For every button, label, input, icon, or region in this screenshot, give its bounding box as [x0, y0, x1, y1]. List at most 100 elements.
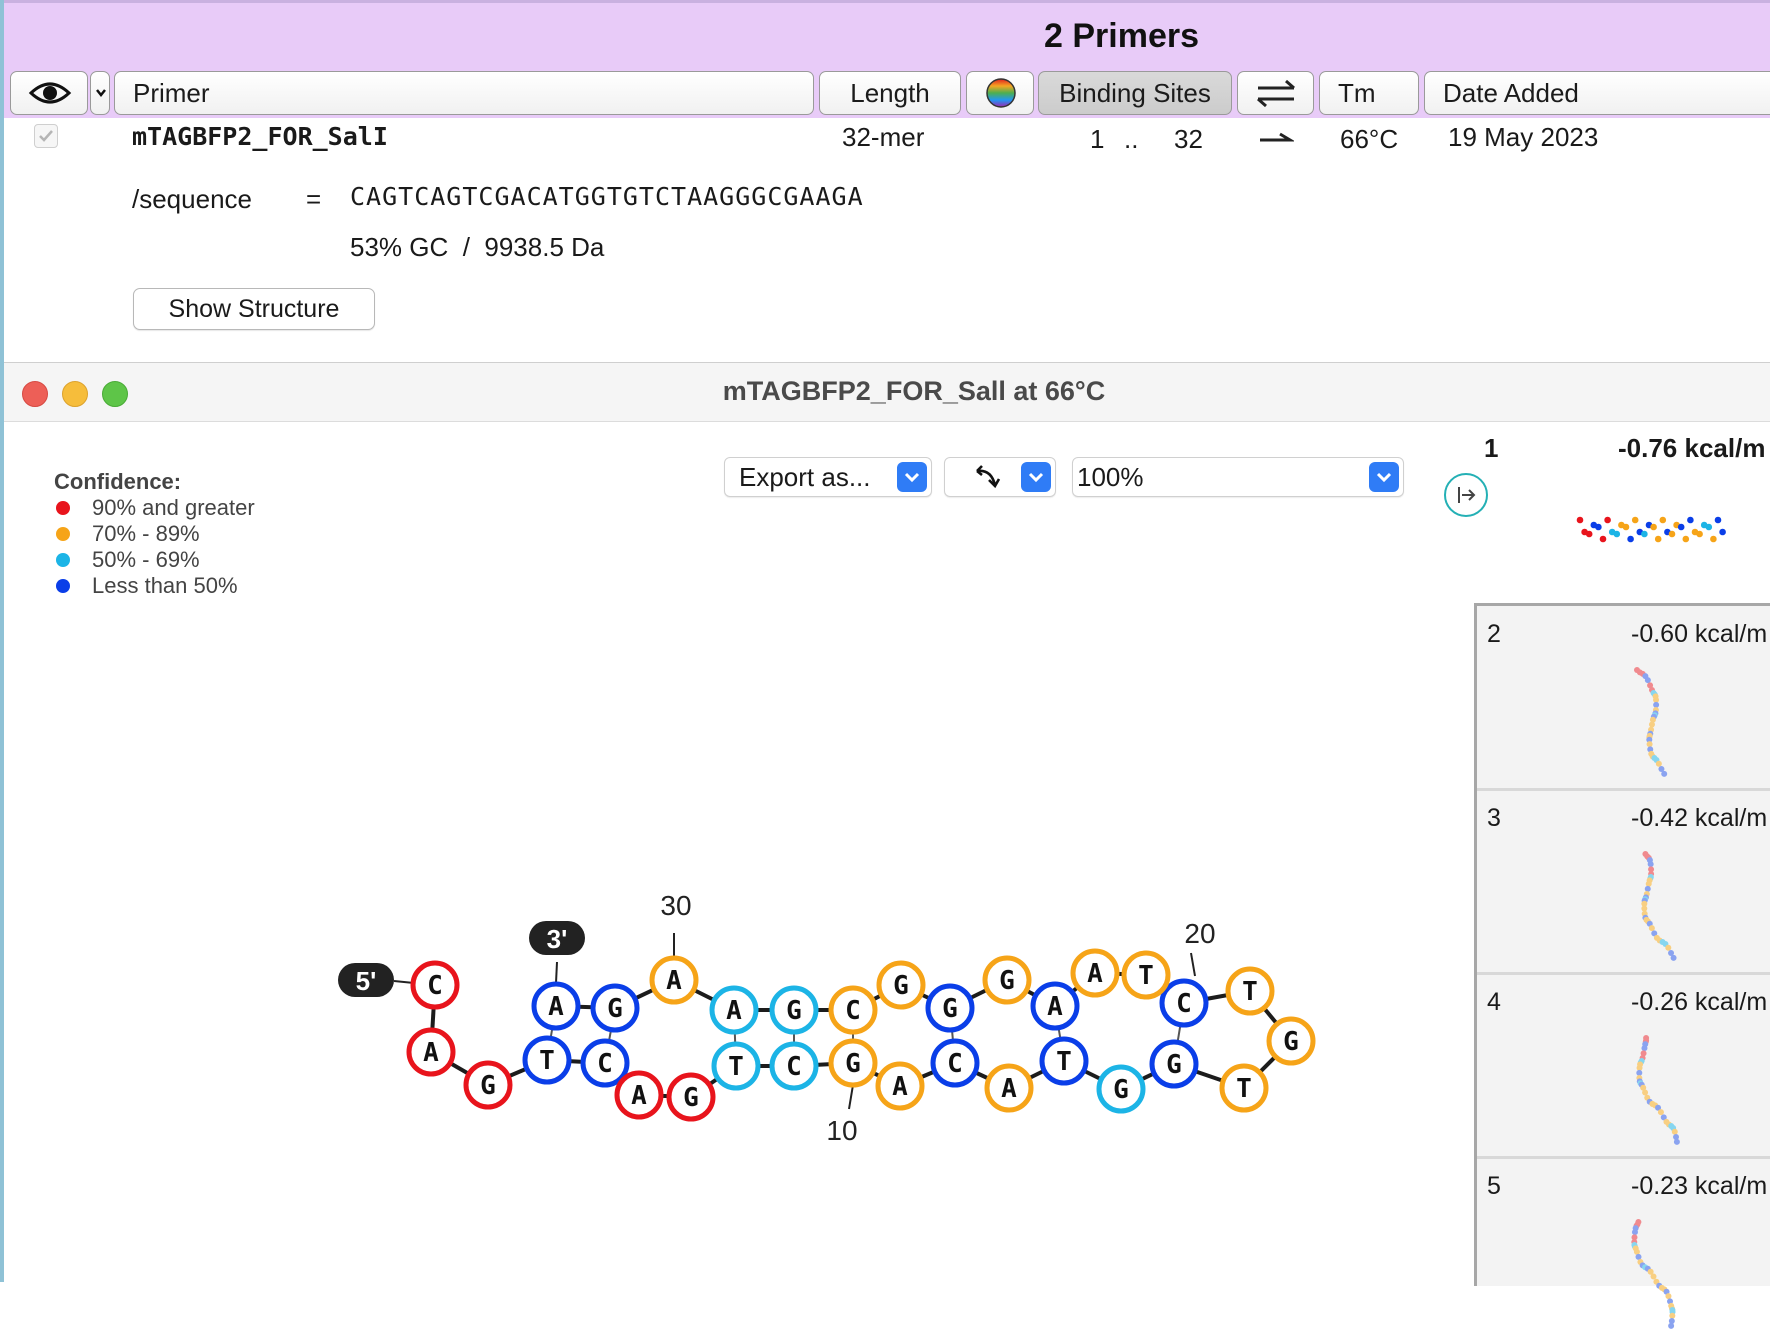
thumbnail-dot [1641, 530, 1648, 538]
structure-item-3[interactable]: 3 -0.42 kcal/m [1477, 790, 1770, 975]
visibility-dropdown[interactable] [90, 71, 110, 115]
end-link [555, 961, 558, 984]
page-title: 2 Primers [1044, 17, 1199, 55]
nucleotide-letter: G [1113, 1075, 1129, 1105]
nucleotide-letter: T [1242, 977, 1258, 1007]
thumbnail-dot [1669, 1312, 1676, 1319]
primer-tm: 66°C [1340, 124, 1399, 154]
nucleotide-letter: G [786, 996, 802, 1026]
structure-energy: -0.23 kcal/m [1631, 1172, 1768, 1200]
thumbnail-dot [1642, 1089, 1649, 1096]
thumbnail-dot [1576, 516, 1584, 524]
primer-stats: 53% GC / 9938.5 Da [350, 232, 605, 262]
site-start: 1 [1090, 124, 1105, 154]
visibility-button[interactable] [10, 71, 88, 115]
color-wheel-icon [986, 78, 1016, 108]
alternate-structures-list: 2 -0.60 kcal/m 3 -0.42 kcal/m 4 -0.26 kc… [1474, 603, 1770, 1329]
nucleotide-letter: G [845, 1049, 861, 1079]
thumbnail-dot [1595, 523, 1602, 531]
thumbnail-dot [1668, 1322, 1675, 1329]
thumbnail-dot [1650, 1273, 1657, 1280]
swap-arrows-icon [1257, 79, 1295, 108]
nucleotide-letter: A [892, 1072, 908, 1102]
thumbnail-dot [1641, 905, 1648, 912]
nucleotide-letter: A [1001, 1074, 1017, 1104]
structure-thumbnail-1[interactable] [1574, 513, 1734, 553]
thumbnail-dot [1665, 1293, 1672, 1300]
structure-rank: 5 [1487, 1172, 1501, 1200]
nucleotide-letter: T [1236, 1074, 1252, 1104]
column-primer-label: Primer [133, 78, 210, 108]
column-length[interactable]: Length [819, 71, 961, 115]
thumbnail-dot [1647, 861, 1654, 868]
position-tick [1190, 952, 1196, 977]
show-structure-button[interactable]: Show Structure [133, 288, 375, 330]
thumbnail-dot [1631, 1229, 1638, 1236]
thumbnail-dot [1673, 1138, 1680, 1145]
chevron-down-icon [96, 89, 106, 98]
nucleotide-letter: A [423, 1038, 439, 1068]
thumbnail-dot [1655, 760, 1662, 767]
nucleotide-letter: T [539, 1046, 555, 1076]
column-binding-sites[interactable]: Binding Sites [1038, 71, 1232, 115]
thumbnail-dot [1687, 516, 1694, 524]
column-binding-sites-label: Binding Sites [1059, 78, 1211, 108]
structure-item-2[interactable]: 2 -0.60 kcal/m [1477, 606, 1770, 791]
structure-rank: 2 [1487, 620, 1501, 648]
nucleotide-letter: G [607, 994, 623, 1024]
structure-energy-1: -0.76 kcal/m [1618, 433, 1766, 463]
thumbnail-dot [1631, 516, 1639, 524]
structure-item-4[interactable]: 4 -0.26 kcal/m [1477, 974, 1770, 1159]
thumbnail-dot [1670, 954, 1677, 961]
structure-thumbnail [1634, 667, 1668, 777]
structure-thumbnail [1641, 851, 1677, 961]
structure-thumbnail [1636, 1035, 1680, 1145]
primer-checkbox[interactable] [34, 124, 58, 148]
nucleotide-letter: A [1087, 959, 1103, 989]
thumbnail-dot [1677, 523, 1685, 531]
direction-column-button[interactable] [1237, 71, 1314, 115]
thumbnail-dot [1644, 677, 1651, 684]
position-label-20: 20 [1184, 918, 1215, 949]
sequence-equals: = [306, 184, 322, 214]
nucleotide-letter: G [893, 971, 909, 1001]
structure-energy: -0.42 kcal/m [1631, 804, 1768, 832]
thumbnail-dot [1654, 535, 1662, 543]
nucleotide-letter: T [1056, 1047, 1072, 1077]
thumbnail-dot [1668, 530, 1676, 538]
structure-rank: 3 [1487, 804, 1501, 832]
thumbnail-dot [1696, 530, 1703, 538]
thumbnail-dot [1604, 516, 1611, 524]
nucleotide-letter: G [683, 1083, 699, 1113]
structure-rank: 4 [1487, 988, 1501, 1016]
nucleotide-letter: C [1176, 989, 1192, 1019]
nucleotide-letter: G [999, 966, 1015, 996]
thumbnail-dot [1645, 880, 1652, 887]
column-length-label: Length [850, 78, 930, 108]
color-column-button[interactable] [966, 71, 1034, 115]
nucleotide-letter: T [728, 1052, 744, 1082]
position-label-10: 10 [826, 1115, 857, 1146]
nucleotide-letter: G [480, 1071, 496, 1101]
primer-name: mTAGBFP2_FOR_SalI [132, 122, 388, 151]
column-tm[interactable]: Tm [1319, 71, 1419, 115]
primer-sequence: CAGTCAGTCGACATGGTGTCTAAGGGCGAAGA [350, 182, 864, 211]
thumbnail-dot [1661, 770, 1668, 777]
nucleotide-letter: C [427, 971, 443, 1001]
thumbnail-dot [1644, 885, 1651, 892]
thumbnail-dot [1648, 721, 1655, 728]
position-tick [848, 1084, 854, 1110]
primers-header: 2 Primers Primer Length Binding Sites Tm… [4, 0, 1770, 122]
column-primer[interactable]: Primer [114, 71, 814, 115]
position-label-30: 30 [660, 890, 691, 921]
thumbnail-dot [1719, 528, 1726, 536]
structure-item-5[interactable]: 5 -0.23 kcal/m [1477, 1158, 1770, 1340]
structure-rank-1: 1 [1484, 433, 1499, 463]
structure-window: mTAGBFP2_FOR_Sall at 66°C Confidence: 90… [4, 362, 1770, 1329]
structure-energy: -0.26 kcal/m [1631, 988, 1768, 1016]
nucleotide-letter: G [1283, 1027, 1299, 1057]
primer-date: 19 May 2023 [1448, 122, 1599, 152]
column-date-added[interactable]: Date Added [1424, 71, 1770, 115]
secondary-structure-diagram[interactable]: 5'3'102030CAGT CA GT C GACATGGTGTCTAAGGGCGAA… [4, 363, 1464, 1283]
nucleotide-letter: G [942, 994, 958, 1024]
